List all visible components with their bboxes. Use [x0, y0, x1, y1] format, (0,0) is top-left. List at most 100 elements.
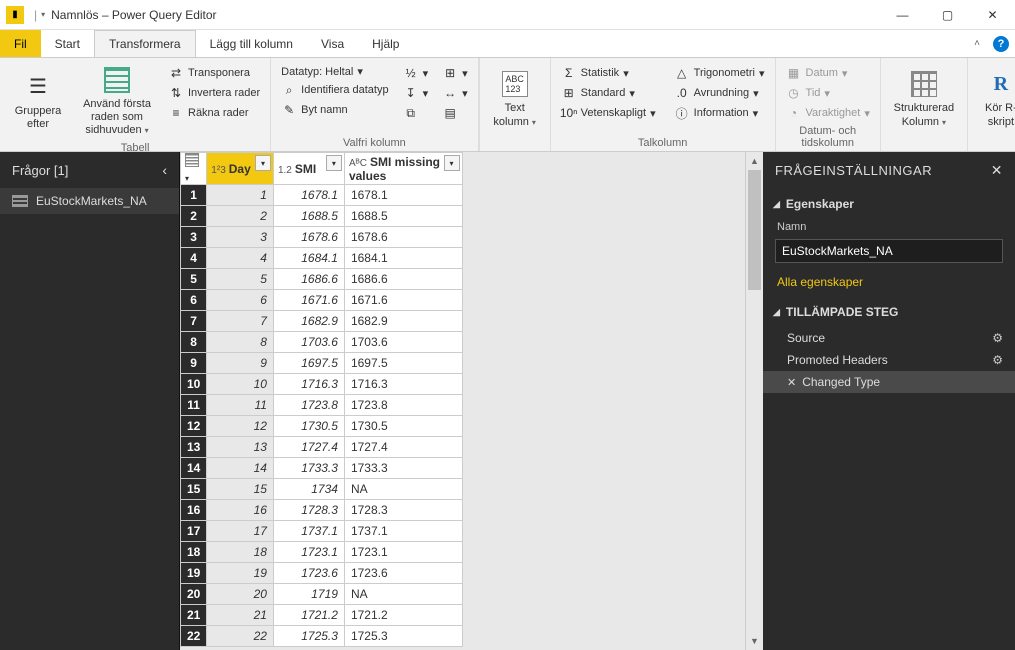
- row-number[interactable]: 12: [181, 416, 207, 437]
- filter-smi-icon[interactable]: ▾: [326, 155, 342, 171]
- tab-hjälp[interactable]: Hjälp: [358, 30, 413, 57]
- cell-missing[interactable]: 1725.3: [344, 626, 462, 647]
- cell-day[interactable]: 14: [207, 458, 274, 479]
- cell-day[interactable]: 15: [207, 479, 274, 500]
- table-row[interactable]: 15151734NA: [181, 479, 463, 500]
- query-item[interactable]: EuStockMarkets_NA: [0, 188, 179, 214]
- cell-day[interactable]: 12: [207, 416, 274, 437]
- cell-day[interactable]: 13: [207, 437, 274, 458]
- cell-day[interactable]: 4: [207, 248, 274, 269]
- row-number[interactable]: 1: [181, 185, 207, 206]
- cell-smi[interactable]: 1725.3: [273, 626, 344, 647]
- cell-smi[interactable]: 1682.9: [273, 311, 344, 332]
- cell-day[interactable]: 21: [207, 605, 274, 626]
- cell-missing[interactable]: 1723.8: [344, 395, 462, 416]
- tab-file[interactable]: Fil: [0, 30, 41, 57]
- scroll-down-icon[interactable]: ▼: [746, 632, 763, 650]
- duration-button[interactable]: ◔Varaktighet ▾: [784, 104, 872, 122]
- cell-smi[interactable]: 1703.6: [273, 332, 344, 353]
- delete-step-icon[interactable]: ✕: [787, 377, 796, 389]
- datatype-button[interactable]: Datatyp: Heltal ▾: [279, 64, 390, 79]
- row-number[interactable]: 19: [181, 563, 207, 584]
- table-row[interactable]: 441684.11684.1: [181, 248, 463, 269]
- cell-day[interactable]: 22: [207, 626, 274, 647]
- cell-missing[interactable]: 1728.3: [344, 500, 462, 521]
- cell-missing[interactable]: NA: [344, 584, 462, 605]
- column-header-missing[interactable]: AᴮCSMI missing values ▾: [344, 153, 462, 185]
- cell-smi[interactable]: 1688.5: [273, 206, 344, 227]
- tab-start[interactable]: Start: [41, 30, 94, 57]
- cell-missing[interactable]: 1682.9: [344, 311, 462, 332]
- cell-day[interactable]: 20: [207, 584, 274, 605]
- tab-transformera[interactable]: Transformera: [94, 30, 196, 57]
- gear-icon[interactable]: ⚙: [992, 331, 1003, 345]
- transpose-button[interactable]: ⇄Transponera: [166, 64, 262, 82]
- table-row[interactable]: 881703.61703.6: [181, 332, 463, 353]
- cell-smi[interactable]: 1686.6: [273, 269, 344, 290]
- fill-button[interactable]: ↧▾: [401, 84, 431, 102]
- table-row[interactable]: 551686.61686.6: [181, 269, 463, 290]
- tab-lägg-till-kolumn[interactable]: Lägg till kolumn: [196, 30, 307, 57]
- cell-missing[interactable]: 1671.6: [344, 290, 462, 311]
- row-number[interactable]: 17: [181, 521, 207, 542]
- cell-smi[interactable]: 1684.1: [273, 248, 344, 269]
- cell-missing[interactable]: 1697.5: [344, 353, 462, 374]
- cell-smi[interactable]: 1678.6: [273, 227, 344, 248]
- row-number[interactable]: 7: [181, 311, 207, 332]
- row-number[interactable]: 8: [181, 332, 207, 353]
- cell-smi[interactable]: 1728.3: [273, 500, 344, 521]
- row-number[interactable]: 10: [181, 374, 207, 395]
- reverse-rows-button[interactable]: ⇅Invertera rader: [166, 84, 262, 102]
- standard-button[interactable]: ⊞Standard ▾: [559, 84, 658, 102]
- cell-missing[interactable]: 1730.5: [344, 416, 462, 437]
- qat-dropdown-icon[interactable]: ▾: [41, 10, 45, 19]
- cell-missing[interactable]: 1727.4: [344, 437, 462, 458]
- cell-day[interactable]: 6: [207, 290, 274, 311]
- row-number[interactable]: 20: [181, 584, 207, 605]
- pivot-button[interactable]: ⧉: [401, 104, 431, 122]
- table-row[interactable]: 771682.91682.9: [181, 311, 463, 332]
- help-button[interactable]: ?: [987, 30, 1015, 57]
- time-button[interactable]: ◷Tid ▾: [784, 84, 872, 102]
- queries-collapse-icon[interactable]: ‹: [162, 162, 167, 178]
- maximize-button[interactable]: ▢: [925, 0, 970, 30]
- use-first-row-headers-button[interactable]: Använd första raden som sidhuvuden ▾: [72, 62, 162, 140]
- cell-missing[interactable]: 1721.2: [344, 605, 462, 626]
- cell-missing[interactable]: 1678.1: [344, 185, 462, 206]
- cell-day[interactable]: 9: [207, 353, 274, 374]
- cell-day[interactable]: 16: [207, 500, 274, 521]
- text-column-button[interactable]: ABC123 Text kolumn ▾: [488, 62, 542, 135]
- row-number[interactable]: 9: [181, 353, 207, 374]
- row-number[interactable]: 18: [181, 542, 207, 563]
- cell-day[interactable]: 10: [207, 374, 274, 395]
- table-row[interactable]: 991697.51697.5: [181, 353, 463, 374]
- query-name-input[interactable]: [775, 239, 1003, 263]
- cell-smi[interactable]: 1734: [273, 479, 344, 500]
- table-row[interactable]: 18181723.11723.1: [181, 542, 463, 563]
- row-number[interactable]: 3: [181, 227, 207, 248]
- scientific-button[interactable]: 10ⁿVetenskapligt ▾: [559, 104, 658, 122]
- vertical-scrollbar[interactable]: ▲ ▼: [745, 152, 763, 650]
- cell-smi[interactable]: 1697.5: [273, 353, 344, 374]
- cell-smi[interactable]: 1671.6: [273, 290, 344, 311]
- row-number[interactable]: 14: [181, 458, 207, 479]
- row-number[interactable]: 13: [181, 437, 207, 458]
- detect-datatype-button[interactable]: ⌕Identifiera datatyp: [279, 81, 390, 99]
- cell-smi[interactable]: 1719: [273, 584, 344, 605]
- table-corner[interactable]: ▾: [181, 153, 207, 185]
- cell-missing[interactable]: 1733.3: [344, 458, 462, 479]
- structured-column-button[interactable]: Strukturerad Kolumn ▾: [889, 62, 959, 135]
- properties-section[interactable]: ◢Egenskaper: [763, 189, 1015, 219]
- settings-close-icon[interactable]: ✕: [991, 162, 1003, 179]
- gear-icon[interactable]: ⚙: [992, 353, 1003, 367]
- row-number[interactable]: 6: [181, 290, 207, 311]
- table-row[interactable]: 14141733.31733.3: [181, 458, 463, 479]
- cell-smi[interactable]: 1737.1: [273, 521, 344, 542]
- cell-day[interactable]: 17: [207, 521, 274, 542]
- cell-smi[interactable]: 1723.6: [273, 563, 344, 584]
- table-row[interactable]: 22221725.31725.3: [181, 626, 463, 647]
- replace-values-button[interactable]: ½▾: [401, 64, 431, 82]
- table-row[interactable]: 331678.61678.6: [181, 227, 463, 248]
- table-row[interactable]: 12121730.51730.5: [181, 416, 463, 437]
- tab-visa[interactable]: Visa: [307, 30, 358, 57]
